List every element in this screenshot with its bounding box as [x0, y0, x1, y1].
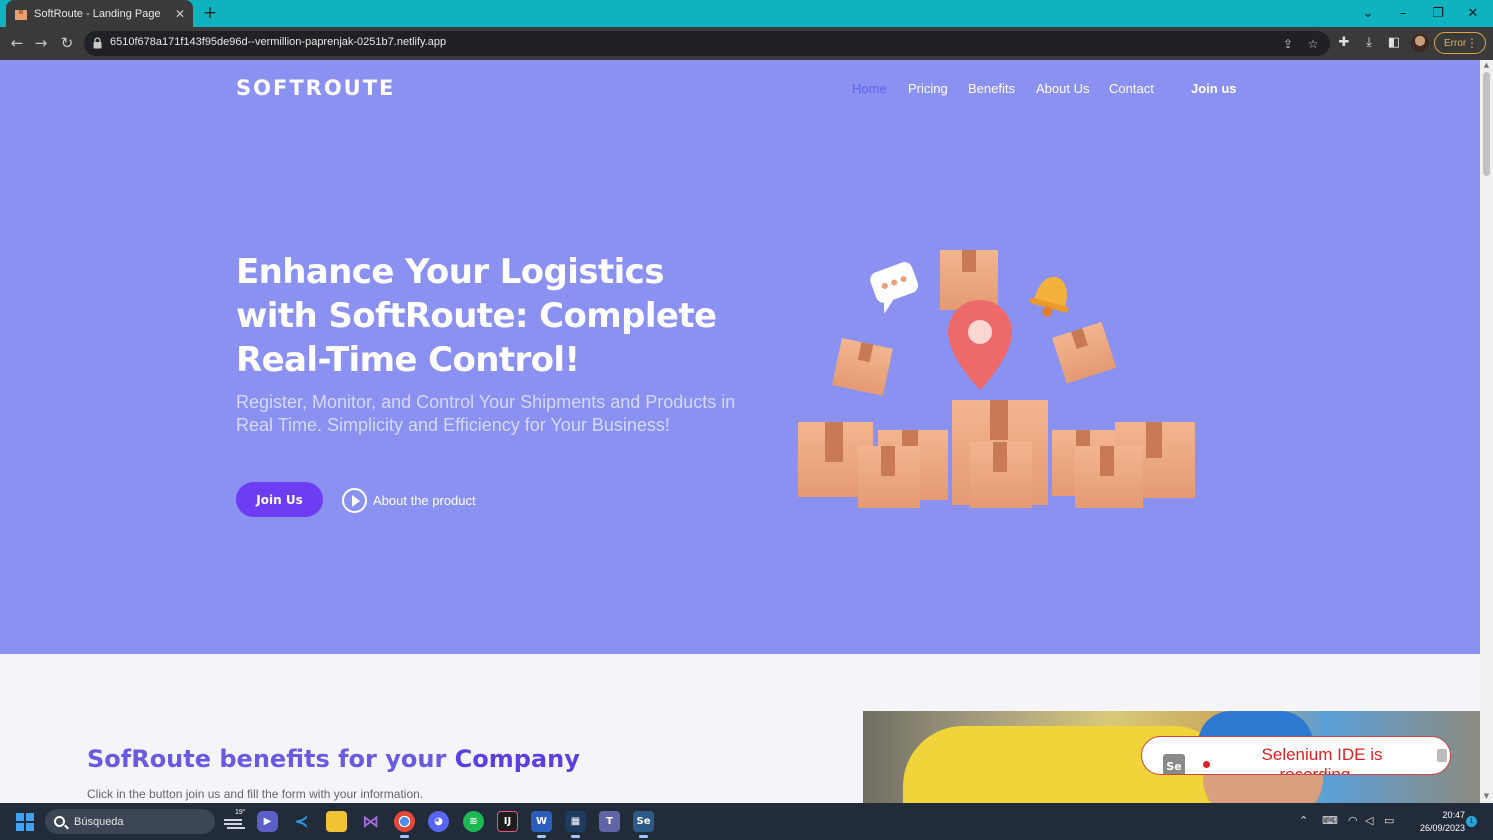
hero-section: SOFTROUTE Home Pricing Benefits About Us…	[0, 60, 1480, 654]
back-arrow-icon[interactable]: ←	[7, 33, 27, 53]
taskbar-clock[interactable]: 20:47 26/09/2023	[1405, 809, 1465, 835]
browser-tab-active[interactable]: SoftRoute - Landing Page ✕	[6, 0, 193, 27]
recording-dot-icon	[1203, 761, 1210, 768]
vscode-icon[interactable]: ≺	[291, 811, 312, 832]
teams-icon[interactable]: T	[599, 811, 620, 832]
clock-time: 20:47	[1442, 810, 1465, 820]
weather-temperature: 19°	[235, 809, 246, 816]
scrollbar-thumb[interactable]	[1483, 72, 1490, 176]
download-icon[interactable]: ⤓	[1361, 35, 1377, 51]
restore-button[interactable]: ❐	[1421, 0, 1455, 27]
file-explorer-icon[interactable]	[326, 811, 347, 832]
taskbar-search-placeholder: Búsqueda	[74, 815, 124, 828]
hero-headline: Enhance Your Logistics with SoftRoute: C…	[236, 252, 717, 380]
site-logo[interactable]: SOFTROUTE	[236, 76, 395, 100]
benefits-title-prefix: SofRoute benefits for your	[87, 745, 455, 773]
bell-icon	[1029, 276, 1069, 317]
error-label: Error	[1444, 37, 1467, 49]
volume-icon[interactable]: ◁	[1365, 814, 1373, 827]
drag-handle-icon[interactable]	[1437, 749, 1447, 762]
page-viewport: SOFTROUTE Home Pricing Benefits About Us…	[0, 60, 1480, 803]
about-product-link[interactable]: About the product	[342, 488, 476, 513]
side-panel-icon[interactable]: ◧	[1386, 35, 1402, 51]
play-circle-icon	[342, 488, 367, 513]
windows-start-icon[interactable]	[16, 813, 34, 831]
about-product-label: About the product	[373, 493, 476, 508]
battery-icon[interactable]: ▭	[1384, 814, 1394, 827]
tray-chevron-up-icon[interactable]: ⌃	[1299, 814, 1308, 827]
notification-badge[interactable]: 1	[1466, 816, 1477, 827]
benefits-title: SofRoute benefits for your Company	[87, 745, 580, 773]
windows-taskbar: Búsqueda 19° ▶ ≺ ⋈ ◕ ≋ IJ W ▦ T Se ⌃ ⌨ ◠…	[0, 803, 1493, 840]
search-icon	[54, 816, 65, 827]
keyboard-icon[interactable]: ⌨	[1322, 814, 1338, 827]
error-button[interactable]: Error ⋮	[1434, 32, 1486, 54]
tab-title: SoftRoute - Landing Page	[34, 7, 161, 20]
nav-join-link[interactable]: Join us	[1191, 81, 1237, 96]
nav-about-link[interactable]: About Us	[1036, 81, 1089, 96]
floating-box-left	[832, 338, 893, 396]
chat-bubble-icon	[870, 262, 919, 314]
nav-home-link[interactable]: Home	[852, 81, 887, 96]
visual-studio-icon[interactable]: ⋈	[360, 811, 381, 832]
benefits-title-emphasis: Company	[454, 745, 580, 773]
reload-icon[interactable]: ↻	[57, 33, 77, 53]
scroll-down-arrow-icon[interactable]: ▼	[1483, 793, 1490, 800]
url-text: 6510f678a171f143f95de96d--vermillion-pap…	[110, 36, 447, 48]
spotify-icon[interactable]: ≋	[463, 811, 484, 832]
box-favicon-icon	[15, 9, 27, 20]
profile-avatar[interactable]	[1411, 34, 1429, 52]
close-window-button[interactable]: ✕	[1456, 0, 1490, 27]
scroll-up-arrow-icon[interactable]: ▲	[1483, 62, 1490, 69]
page-scrollbar[interactable]: ▲ ▼	[1480, 60, 1493, 803]
browser-tab-strip: SoftRoute - Landing Page ✕ + ⌄ – ❐ ✕	[0, 0, 1493, 27]
kebab-menu-icon: ⋮	[1466, 36, 1478, 50]
selenium-logo-icon: Se	[1163, 754, 1185, 774]
nav-contact-link[interactable]: Contact	[1109, 81, 1154, 96]
tab-search-chevron-icon[interactable]: ⌄	[1351, 0, 1385, 27]
nav-pricing-link[interactable]: Pricing	[908, 81, 948, 96]
join-us-button[interactable]: Join Us	[236, 482, 323, 517]
minimize-button[interactable]: –	[1386, 0, 1420, 27]
new-tab-button[interactable]: +	[201, 4, 219, 22]
browser-toolbar: ← → ↻ 6510f678a171f143f95de96d--vermilli…	[0, 27, 1493, 60]
bookmark-star-icon[interactable]: ☆	[1305, 36, 1321, 52]
selenium-status-text: Selenium IDE is recording...	[1261, 745, 1383, 775]
weather-widget-icon[interactable]: 19°	[224, 809, 246, 832]
extensions-puzzle-icon[interactable]: ✚	[1336, 35, 1352, 51]
forward-arrow-icon[interactable]: →	[31, 33, 51, 53]
benefits-subtitle: Click in the button join us and fill the…	[87, 787, 424, 801]
taskbar-search[interactable]: Búsqueda	[45, 809, 215, 834]
remote-desktop-icon[interactable]: ▦	[565, 811, 586, 838]
wifi-icon[interactable]: ◠	[1348, 814, 1358, 827]
address-bar[interactable]: 6510f678a171f143f95de96d--vermillion-pap…	[84, 31, 1330, 56]
wind-lines	[224, 819, 242, 821]
box-pile	[798, 400, 1195, 508]
selenium-ide-icon[interactable]: Se	[633, 811, 654, 838]
lock-icon	[93, 37, 102, 49]
nav-benefits-link[interactable]: Benefits	[968, 81, 1015, 96]
jetbrains-icon[interactable]: IJ	[497, 811, 518, 832]
location-pin-icon	[948, 300, 1012, 390]
clock-date: 26/09/2023	[1419, 823, 1465, 833]
logistics-boxes-illustration	[798, 250, 1195, 508]
word-icon[interactable]: W	[531, 811, 552, 838]
floating-box-right	[1052, 321, 1117, 384]
share-icon[interactable]: ⇪	[1280, 36, 1296, 52]
teams-meet-icon[interactable]: ▶	[257, 811, 278, 832]
chrome-icon[interactable]	[394, 811, 415, 838]
tab-close-icon[interactable]: ✕	[175, 7, 185, 21]
hero-subhead: Register, Monitor, and Control Your Ship…	[236, 392, 736, 435]
discord-icon[interactable]: ◕	[428, 811, 449, 832]
floating-box-top	[940, 250, 998, 310]
selenium-recording-indicator[interactable]: Se Selenium IDE is recording...	[1141, 736, 1451, 775]
